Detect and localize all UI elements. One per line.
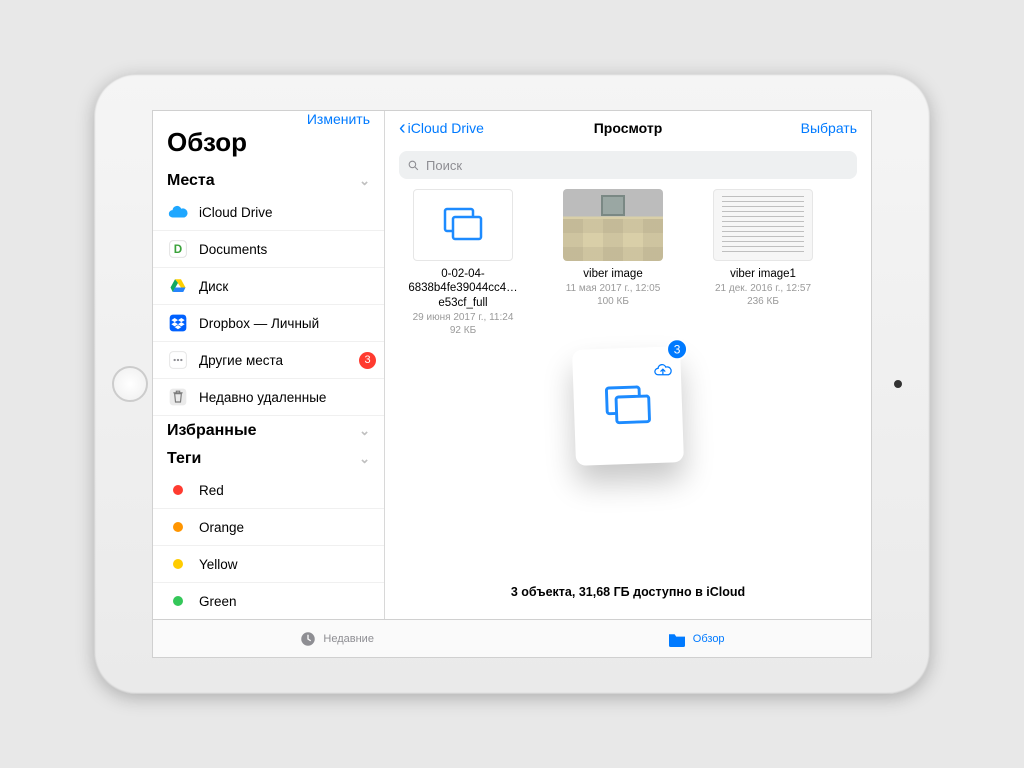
tab-recents[interactable]: Недавние (299, 630, 374, 648)
tag-dot-icon (167, 516, 189, 538)
sidebar-item-documents[interactable]: D Documents (153, 231, 384, 268)
content-area: Изменить Обзор Места ⌄ iCloud Drive D (153, 111, 871, 619)
tag-dot-icon (167, 553, 189, 575)
file-item[interactable]: viber image1 21 дек. 2016 г., 12:57 236 … (699, 189, 827, 336)
sidebar-item-label: Недавно удаленные (199, 390, 376, 405)
sidebar-item-other-places[interactable]: Другие места 3 (153, 342, 384, 379)
search-icon (407, 159, 420, 172)
sidebar-top: Изменить (153, 111, 384, 127)
folder-icon (667, 631, 687, 647)
section-places-label: Места (167, 172, 215, 190)
file-size: 236 КБ (699, 296, 827, 307)
file-grid: 0-02-04-6838b4fe39044cc4…e53cf_full 29 и… (385, 189, 871, 336)
main-toolbar: ‹ iCloud Drive Просмотр Выбрать (385, 111, 871, 145)
tag-label: Red (199, 483, 376, 498)
status-text: 3 объекта, 31,68 ГБ доступно в iCloud (385, 585, 871, 599)
tag-label: Green (199, 594, 376, 609)
search-input[interactable]: Поиск (399, 151, 857, 179)
tab-label: Обзор (693, 633, 725, 645)
app-screen: Изменить Обзор Места ⌄ iCloud Drive D (152, 110, 872, 658)
file-thumbnail (413, 189, 513, 261)
back-button[interactable]: ‹ iCloud Drive (399, 118, 484, 138)
google-drive-icon (167, 275, 189, 297)
tag-red[interactable]: Red (153, 472, 384, 509)
chevron-left-icon: ‹ (399, 118, 406, 138)
chevron-down-icon: ⌄ (359, 451, 370, 467)
svg-text:D: D (174, 243, 182, 256)
sidebar-item-drive[interactable]: Диск (153, 268, 384, 305)
tag-yellow[interactable]: Yellow (153, 546, 384, 583)
file-name: viber image1 (699, 267, 827, 281)
tab-bar: Недавние Обзор (153, 619, 871, 657)
trash-icon (167, 386, 189, 408)
edit-button[interactable]: Изменить (307, 111, 370, 127)
file-date: 21 дек. 2016 г., 12:57 (699, 283, 827, 294)
chevron-down-icon: ⌄ (359, 173, 370, 189)
section-tags-label: Теги (167, 450, 201, 468)
sidebar-item-dropbox[interactable]: Dropbox — Личный (153, 305, 384, 342)
file-name: viber image (549, 267, 677, 281)
icloud-icon (167, 201, 189, 223)
tab-browse[interactable]: Обзор (667, 631, 725, 647)
tab-label: Недавние (323, 633, 374, 645)
section-favorites-label: Избранные (167, 422, 257, 440)
select-button[interactable]: Выбрать (801, 120, 857, 136)
dropbox-icon (167, 312, 189, 334)
file-thumbnail (563, 189, 663, 261)
main-panel: ‹ iCloud Drive Просмотр Выбрать Поиск (385, 111, 871, 619)
device-frame: Изменить Обзор Места ⌄ iCloud Drive D (94, 74, 930, 694)
file-size: 92 КБ (399, 325, 527, 336)
sidebar-item-label: Диск (199, 279, 376, 294)
file-size: 100 КБ (549, 296, 677, 307)
back-label: iCloud Drive (408, 120, 484, 136)
section-tags-header[interactable]: Теги ⌄ (153, 444, 384, 472)
sidebar-item-label: Другие места (199, 353, 359, 368)
upload-preview-card[interactable]: 3 (572, 346, 684, 466)
notification-badge: 3 (359, 352, 376, 369)
documents-app-icon: D (167, 238, 189, 260)
home-button[interactable] (112, 366, 148, 402)
file-name: 0-02-04-6838b4fe39044cc4…e53cf_full (399, 267, 527, 310)
tag-label: Orange (199, 520, 376, 535)
sidebar-item-label: Dropbox — Личный (199, 316, 376, 331)
file-thumbnail (713, 189, 813, 261)
clock-icon (299, 630, 317, 648)
folder-title: Просмотр (594, 120, 663, 136)
tag-dot-icon (167, 590, 189, 612)
more-icon (167, 349, 189, 371)
section-places-header[interactable]: Места ⌄ (153, 166, 384, 194)
sidebar: Изменить Обзор Места ⌄ iCloud Drive D (153, 111, 385, 619)
section-favorites-header[interactable]: Избранные ⌄ (153, 416, 384, 444)
sidebar-title: Обзор (153, 127, 384, 166)
tag-green[interactable]: Green (153, 583, 384, 619)
sidebar-item-icloud-drive[interactable]: iCloud Drive (153, 194, 384, 231)
chevron-down-icon: ⌄ (359, 423, 370, 439)
file-item[interactable]: viber image 11 мая 2017 г., 12:05 100 КБ (549, 189, 677, 336)
file-date: 11 мая 2017 г., 12:05 (549, 283, 677, 294)
sidebar-item-recently-deleted[interactable]: Недавно удаленные (153, 379, 384, 416)
tag-orange[interactable]: Orange (153, 509, 384, 546)
sidebar-item-label: Documents (199, 242, 376, 257)
search-placeholder: Поиск (426, 158, 462, 173)
sidebar-item-label: iCloud Drive (199, 205, 376, 220)
tag-dot-icon (167, 479, 189, 501)
upload-preview-icon (572, 346, 684, 466)
file-date: 29 июня 2017 г., 11:24 (399, 312, 527, 323)
file-item[interactable]: 0-02-04-6838b4fe39044cc4…e53cf_full 29 и… (399, 189, 527, 336)
camera-icon (894, 380, 902, 388)
tag-label: Yellow (199, 557, 376, 572)
